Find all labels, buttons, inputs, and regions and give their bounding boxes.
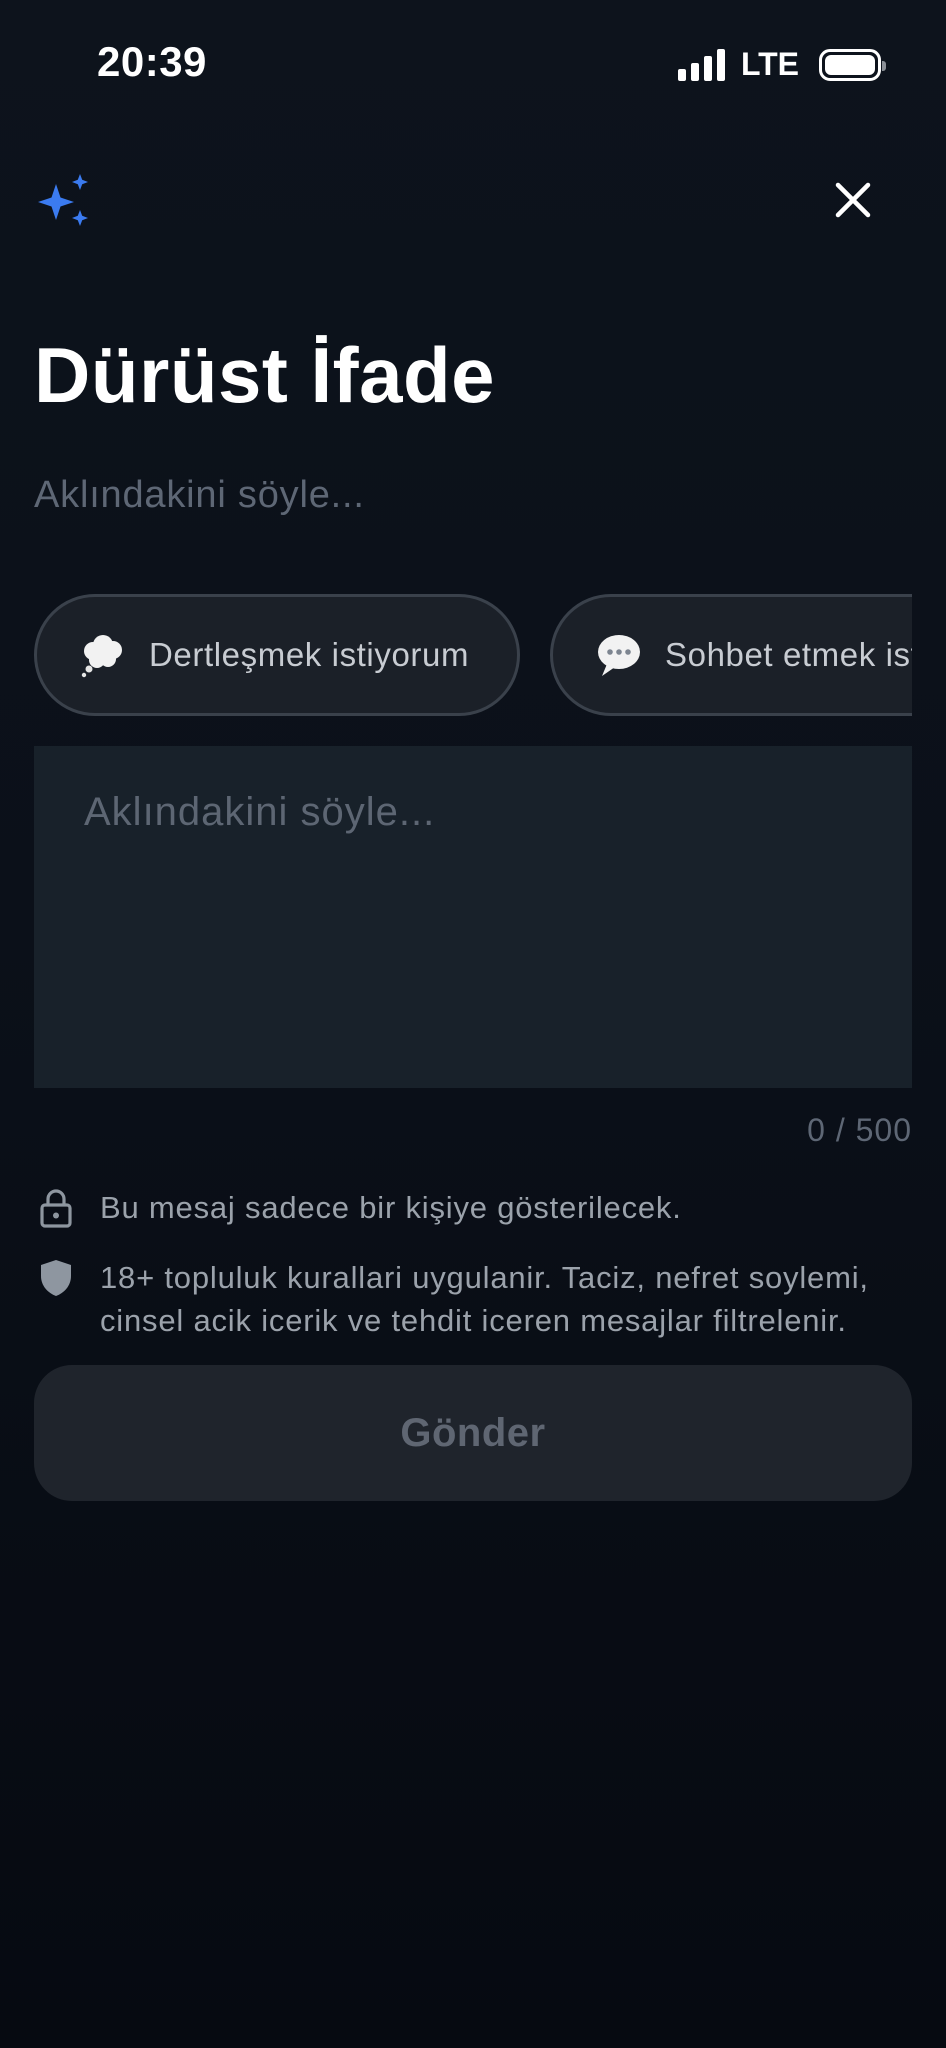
status-time: 20:39 [97, 38, 207, 85]
shield-icon [34, 1256, 78, 1300]
chip-label: Sohbet etmek istiyorum [665, 636, 912, 673]
chip-chat[interactable]: Sohbet etmek istiyorum [550, 594, 912, 716]
speech-bubble-icon [595, 631, 643, 679]
mood-chips: Dertleşmek istiyorum Sohbet etmek istiyo… [34, 594, 912, 716]
status-bar: 20:39 LTE [0, 0, 946, 120]
network-type-label: LTE [740, 46, 799, 82]
lock-icon [34, 1186, 78, 1230]
thought-bubble-icon [79, 631, 127, 679]
rules-notice: 18+ topluluk kurallari uygulanir. Taciz,… [34, 1256, 920, 1342]
close-icon [835, 182, 871, 218]
status-indicators: LTE [677, 46, 886, 83]
page-subtitle: Aklındakini söyle... [34, 474, 365, 516]
character-counter: 0 / 500 [807, 1112, 912, 1148]
close-button[interactable] [823, 170, 883, 230]
privacy-notice-text: Bu mesaj sadece bir kişiye gösterilecek. [100, 1190, 682, 1225]
chip-label: Dertleşmek istiyorum [149, 636, 470, 673]
send-button[interactable]: Gönder [34, 1365, 912, 1501]
rules-notice-text: 18+ topluluk kurallari uygulanir. Taciz,… [100, 1260, 869, 1338]
chip-vent[interactable]: Dertleşmek istiyorum [34, 594, 520, 716]
message-input[interactable] [34, 746, 912, 1088]
page-title: Dürüst İfade [34, 331, 496, 419]
sparkle-icon [34, 170, 94, 230]
privacy-notice: Bu mesaj sadece bir kişiye gösterilecek. [34, 1186, 920, 1230]
cellular-signal-icon [677, 48, 725, 81]
battery-icon [819, 48, 886, 81]
